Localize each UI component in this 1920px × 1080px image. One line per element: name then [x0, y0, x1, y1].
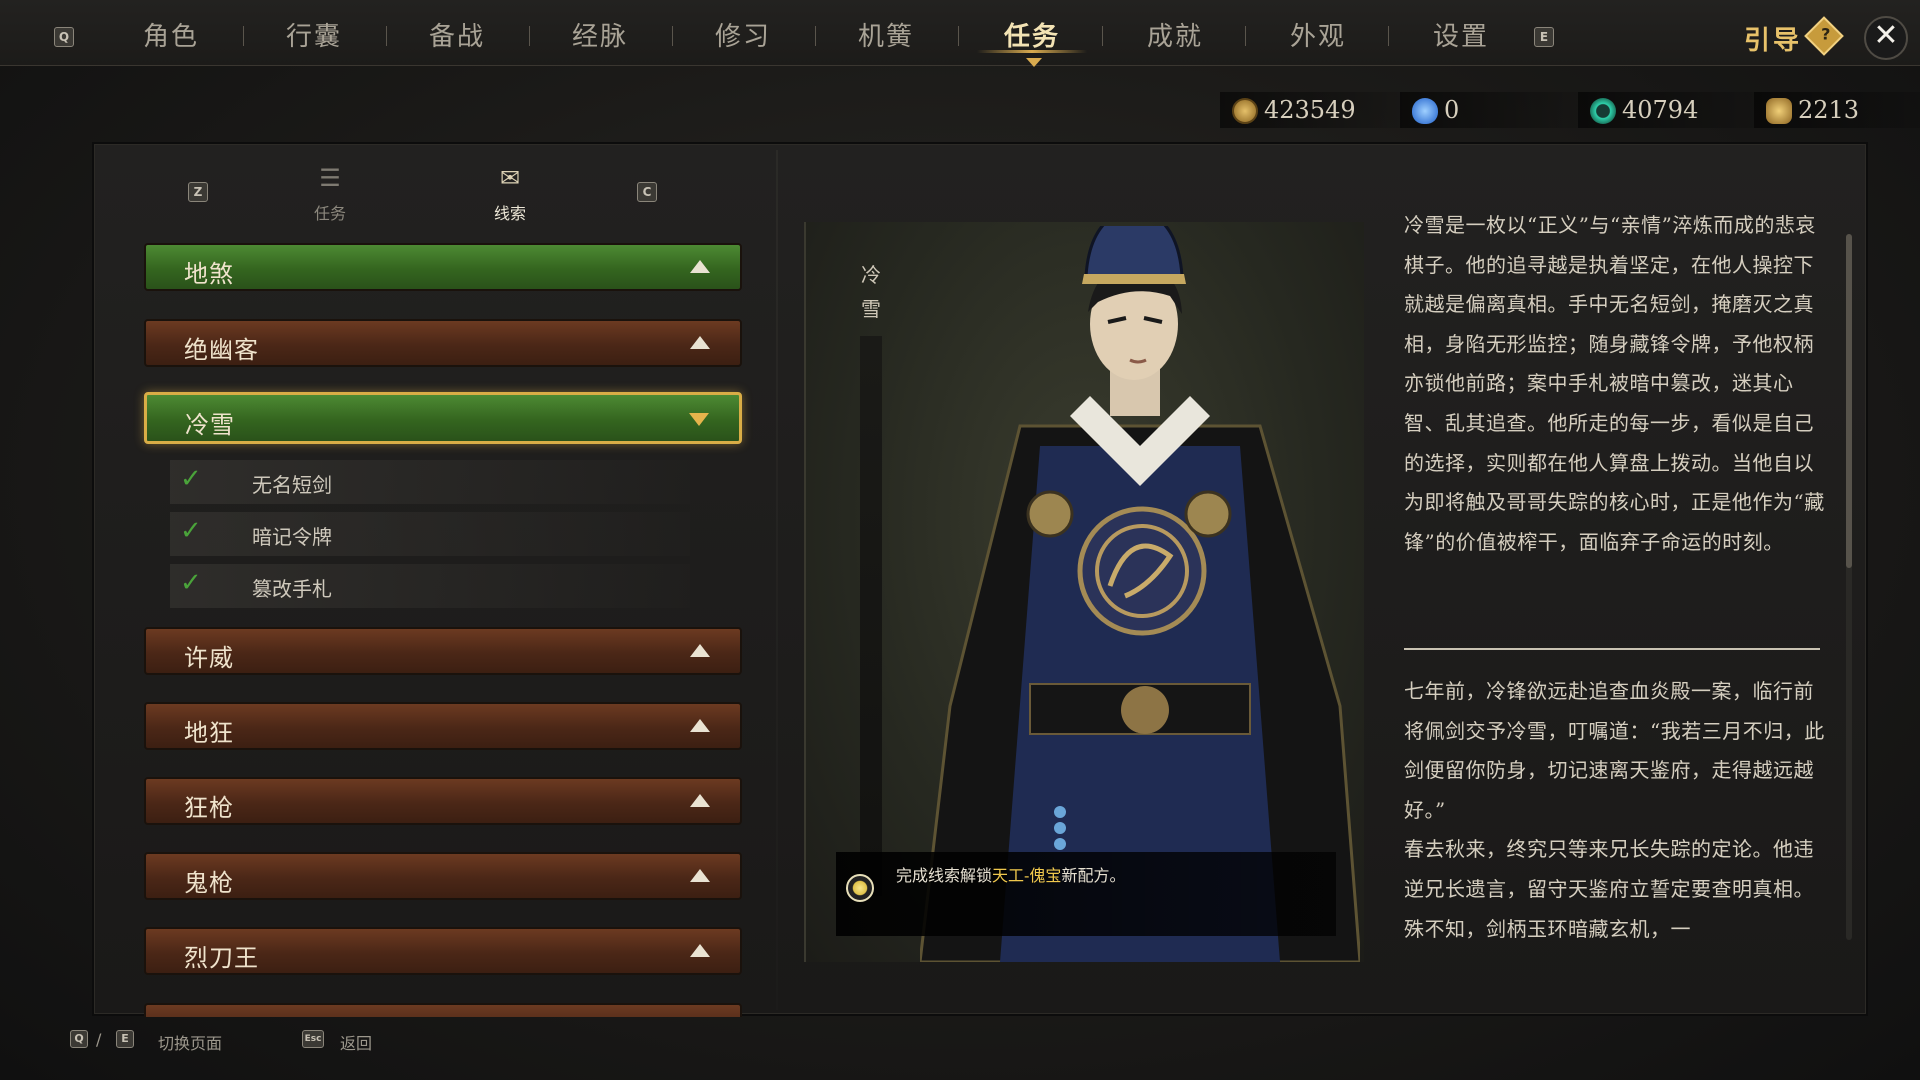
clue-group-row[interactable]: 烈刀王	[144, 927, 742, 975]
key-q-hint: Q	[70, 1030, 88, 1048]
back-hint[interactable]: 返回	[340, 1030, 372, 1054]
tab-quests[interactable]: 任务	[972, 16, 1092, 53]
clue-group-row-selected[interactable]: 冷雪	[144, 392, 742, 444]
character-vertical-name: 冷 雪	[861, 263, 881, 321]
tab-appearance[interactable]: 外观	[1258, 16, 1378, 53]
checkmark-icon: ✓	[180, 516, 202, 546]
clue-description-top: 冷雪是一枚以“正义”与“亲情”淬炼而成的悲哀棋子。他的追寻越是执着坚定，在他人操…	[1404, 213, 1825, 554]
blue-flame-icon	[1412, 98, 1438, 124]
currency-value: 40794	[1622, 96, 1699, 124]
expand-arrow-icon	[690, 944, 710, 957]
tab-achievements[interactable]: 成就	[1115, 16, 1235, 53]
clue-item-row[interactable]: ✓ 暗记令牌	[170, 512, 690, 556]
tab-cultivation[interactable]: 修习	[683, 16, 803, 53]
jade-ring-icon	[1590, 98, 1616, 124]
clue-group-name: 烈刀王	[184, 944, 259, 972]
quest-scroll-icon: ☰	[319, 164, 341, 192]
tab-meridians[interactable]: 经脉	[540, 16, 660, 53]
expand-arrow-icon	[690, 869, 710, 882]
clue-group-name: 天罡	[184, 1014, 234, 1017]
expand-arrow-icon	[690, 644, 710, 657]
panel-divider	[776, 150, 778, 1010]
close-button[interactable]: ✕	[1864, 16, 1908, 60]
currency-value: 423549	[1264, 96, 1356, 124]
clue-item-name: 暗记令牌	[252, 525, 332, 549]
tab-preparation[interactable]: 备战	[397, 16, 517, 53]
tab-divider	[815, 26, 816, 46]
gold-ore-icon	[1766, 98, 1792, 124]
name-banner	[860, 336, 882, 896]
next-tab-key-hint[interactable]: E	[1534, 27, 1554, 47]
next-subtab-key-hint[interactable]: C	[637, 182, 657, 202]
subtab-quests[interactable]: ☰ 任务	[290, 164, 370, 224]
currency-gold-ore: 2213	[1754, 92, 1920, 128]
active-tab-indicator	[977, 50, 1087, 53]
tab-divider	[529, 26, 530, 46]
expand-arrow-icon	[690, 260, 710, 273]
tab-divider	[1245, 26, 1246, 46]
clue-item-name: 篡改手札	[252, 577, 332, 601]
collapse-arrow-icon	[689, 413, 709, 426]
tip-text: 完成线索解锁天工-傀宝新配方。	[896, 866, 1126, 885]
tab-divider	[1102, 26, 1103, 46]
tab-divider	[672, 26, 673, 46]
clue-group-name: 狂枪	[184, 794, 234, 822]
tip-bulb-icon	[846, 874, 874, 902]
clue-list-clip: 天罡	[144, 1003, 742, 1017]
clue-group-row[interactable]: 许威	[144, 627, 742, 675]
clue-item-row[interactable]: ✓ 无名短剑	[170, 460, 690, 504]
active-tab-arrow-icon	[1026, 58, 1042, 67]
currency-value: 2213	[1798, 96, 1860, 124]
clue-scroll-icon: ✉	[499, 164, 521, 192]
description-scroll-thumb[interactable]	[1846, 234, 1852, 568]
switch-page-hint[interactable]: 切换页面	[158, 1030, 222, 1054]
clue-group-row[interactable]: 地狂	[144, 702, 742, 750]
tab-divider	[243, 26, 244, 46]
clue-group-row[interactable]: 地煞	[144, 243, 742, 291]
tab-divider	[386, 26, 387, 46]
key-esc-hint: Esc	[302, 1030, 324, 1048]
checkmark-icon: ✓	[180, 568, 202, 598]
guide-button[interactable]: 引导	[1744, 20, 1802, 57]
clue-group-row[interactable]: 绝幽客	[144, 319, 742, 367]
clue-group-name: 地煞	[184, 260, 234, 288]
expand-arrow-icon	[690, 794, 710, 807]
description-divider	[1404, 648, 1820, 650]
prev-tab-key-hint[interactable]: Q	[54, 27, 74, 47]
tip-highlight: 天工-傀宝	[992, 866, 1062, 885]
currency-blue-flame: 0	[1400, 92, 1600, 128]
tab-mechanism[interactable]: 机簧	[826, 16, 946, 53]
expand-arrow-icon	[690, 336, 710, 349]
tab-settings[interactable]: 设置	[1401, 16, 1521, 53]
clue-group-name: 冷雪	[185, 411, 235, 439]
currency-coins: 423549	[1220, 92, 1420, 128]
tab-divider	[958, 26, 959, 46]
tab-divider	[1388, 26, 1389, 46]
currency-jade: 40794	[1578, 92, 1778, 128]
clue-description-bottom: 七年前，冷锋欲远赴追查血炎殿一案，临行前将佩剑交予冷雪，叮嘱道：“我若三月不归，…	[1404, 679, 1825, 941]
prev-subtab-key-hint[interactable]: Z	[188, 182, 208, 202]
subtab-clues[interactable]: ✉ 线索	[470, 164, 550, 224]
coin-icon	[1232, 98, 1258, 124]
tab-character[interactable]: 角色	[111, 16, 231, 53]
hint-separator: /	[96, 1030, 102, 1049]
clue-group-name: 绝幽客	[184, 336, 259, 364]
expand-arrow-icon	[690, 719, 710, 732]
clue-item-name: 无名短剑	[252, 473, 332, 497]
tab-inventory[interactable]: 行囊	[254, 16, 374, 53]
clue-item-row[interactable]: ✓ 篡改手札	[170, 564, 690, 608]
clue-group-name: 鬼枪	[184, 869, 234, 897]
clue-group-name: 许威	[184, 644, 234, 672]
clue-group-row[interactable]: 天罡	[144, 1003, 742, 1017]
clue-group-row[interactable]: 狂枪	[144, 777, 742, 825]
checkmark-icon: ✓	[180, 464, 202, 494]
currency-value: 0	[1444, 96, 1460, 124]
clue-group-row[interactable]: 鬼枪	[144, 852, 742, 900]
unlock-tip-banner: 完成线索解锁天工-傀宝新配方。	[836, 852, 1336, 936]
clue-group-name: 地狂	[184, 719, 234, 747]
key-e-hint: E	[116, 1030, 134, 1048]
